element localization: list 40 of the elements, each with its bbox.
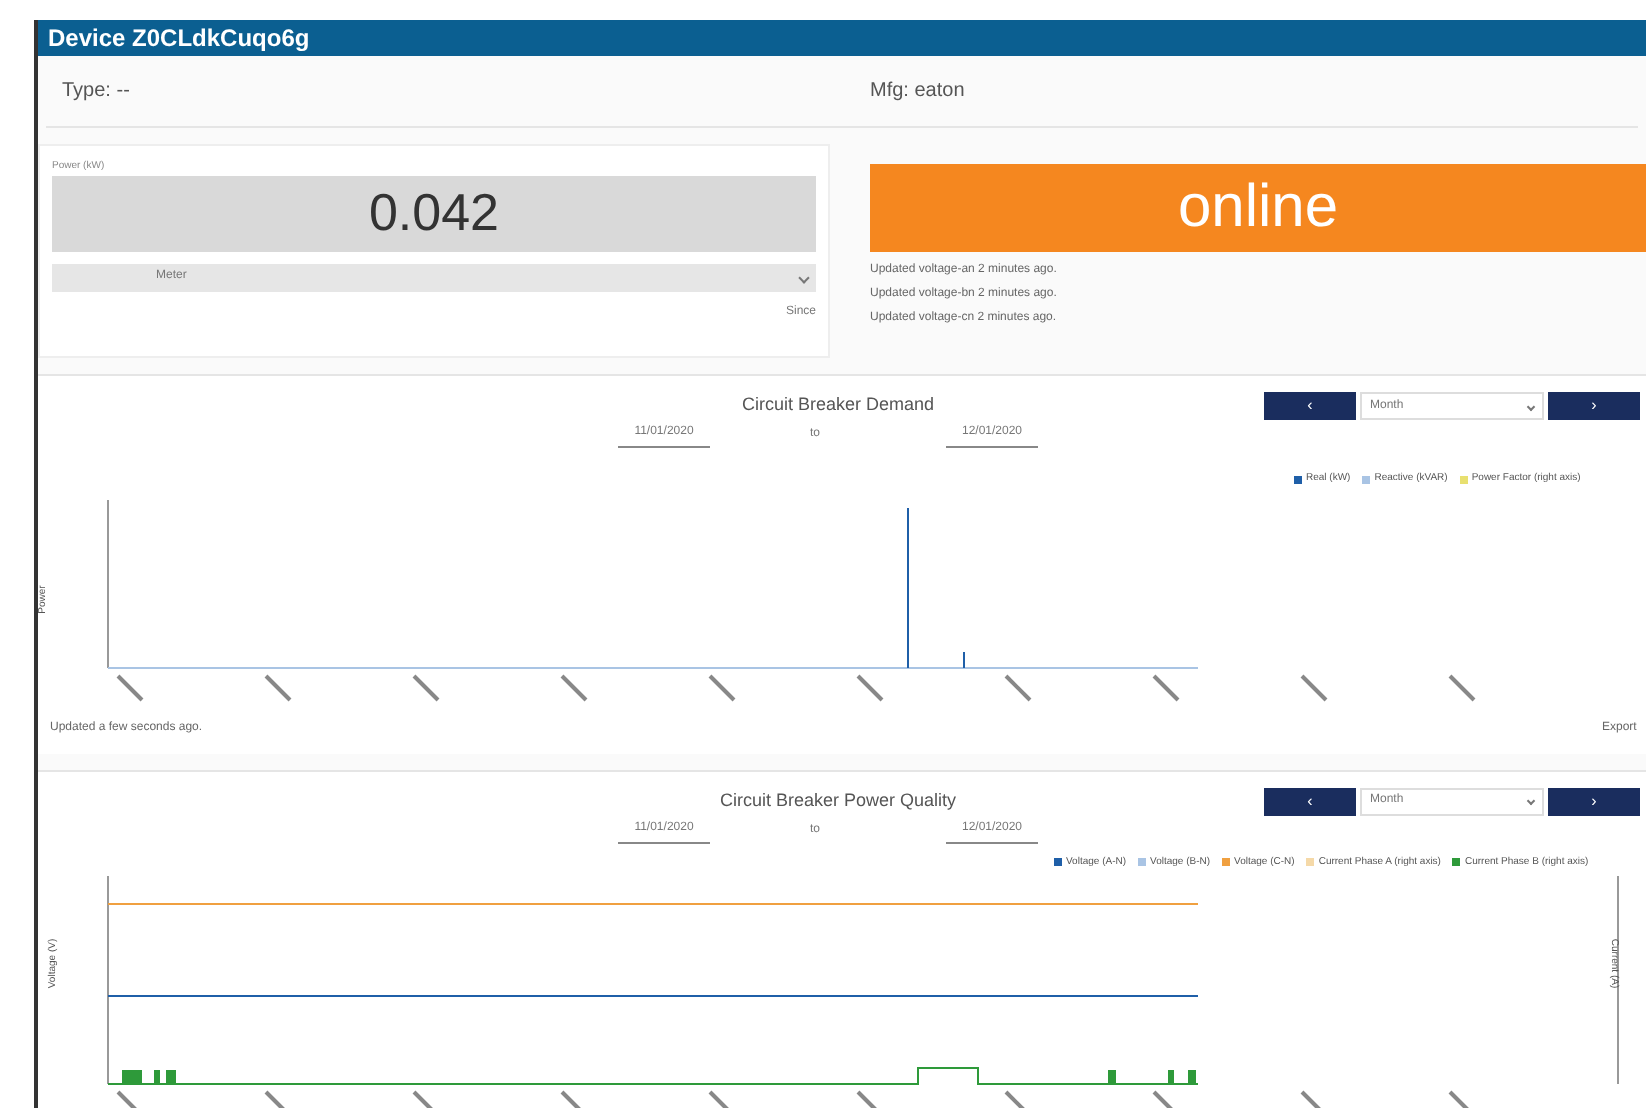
x-tick-mark (1152, 675, 1180, 703)
x-tick-mark (1300, 1089, 1324, 1108)
caret-icon (1526, 797, 1536, 806)
x-tick-mark (856, 1089, 880, 1108)
chart-bar (1108, 1069, 1116, 1084)
x-tick-mark (264, 675, 292, 703)
window-title: Device Z0CLdkCuqo6g (38, 20, 1646, 56)
chart-title: Circuit Breaker Power Quality (717, 787, 959, 814)
status-banner: online (870, 163, 1646, 252)
x-tick-mark (412, 1089, 436, 1108)
x-tick-mark (1300, 675, 1328, 703)
previous-button[interactable]: ‹ (1264, 392, 1356, 421)
x-tick-mark (1448, 1089, 1472, 1108)
caret-icon (1526, 402, 1536, 412)
chart-title: Circuit Breaker Demand (739, 392, 937, 419)
device-type: Type: -- (62, 77, 132, 106)
previous-button[interactable]: ‹ (1264, 787, 1356, 816)
chart-bar (1188, 1069, 1196, 1084)
x-tick-mark (856, 675, 884, 703)
power-value: 0.042 (52, 175, 816, 252)
chart-bar (122, 1069, 142, 1084)
x-tick-mark (708, 675, 736, 703)
x-tick-mark (1004, 675, 1032, 703)
x-tick-mark (560, 1089, 584, 1108)
x-tick-mark (708, 1089, 732, 1108)
x-tick-mark (116, 1089, 140, 1108)
chart-bar (154, 1069, 160, 1084)
x-tick-mark (1004, 1089, 1028, 1108)
x-tick-mark (1152, 1089, 1176, 1108)
x-tick-mark (1448, 675, 1476, 703)
x-tick-mark (264, 1089, 288, 1108)
manufacturer: Mfg: eaton (870, 77, 965, 106)
next-button[interactable]: › (1548, 392, 1640, 421)
x-tick-mark (116, 675, 144, 703)
next-button[interactable]: › (1548, 787, 1640, 816)
x-tick-mark (560, 675, 588, 703)
chart-bar (1168, 1069, 1174, 1084)
x-tick-mark (412, 675, 440, 703)
caret-icon (798, 272, 810, 284)
chart-bar (166, 1069, 176, 1084)
